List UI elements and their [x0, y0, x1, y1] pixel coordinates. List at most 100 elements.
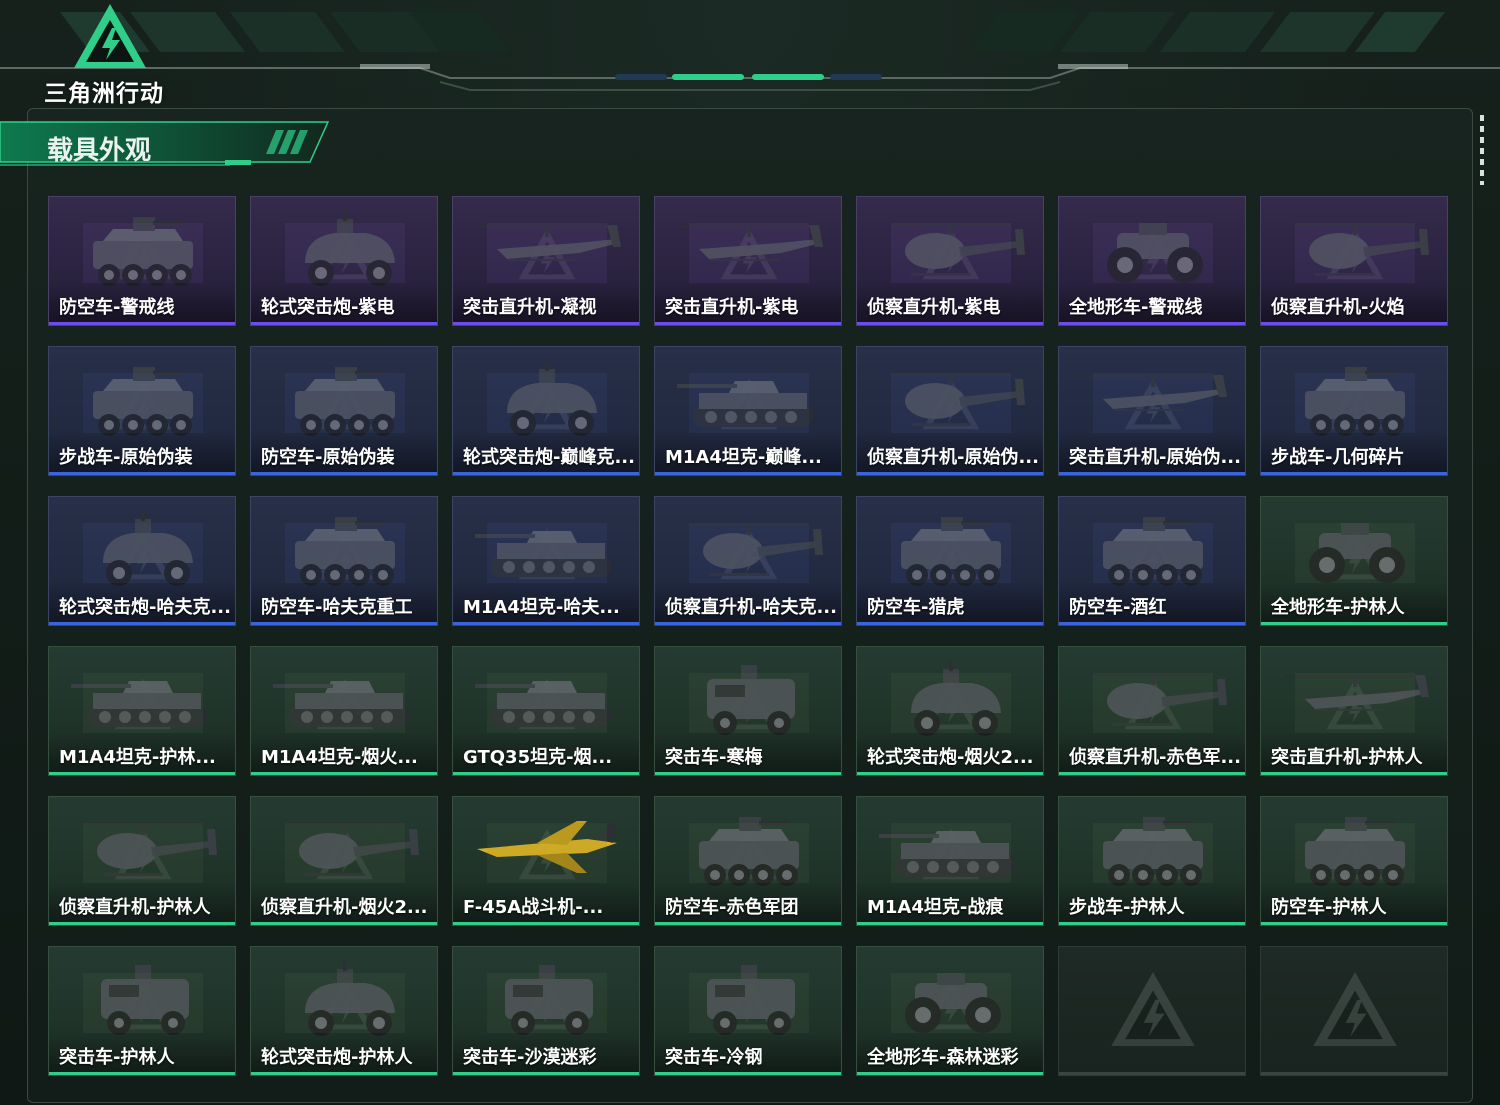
vehicle-card[interactable]: 防空车-猎虎 [856, 496, 1044, 626]
rarity-bar [857, 772, 1043, 775]
rarity-bar [251, 922, 437, 925]
vehicle-card[interactable]: 侦察直升机-赤色军... [1058, 646, 1246, 776]
vehicle-card[interactable]: 防空车-护林人 [1260, 796, 1448, 926]
vehicle-name: 轮式突击炮-紫电 [261, 297, 395, 318]
vehicle-card[interactable]: 防空车-赤色军团 [654, 796, 842, 926]
vehicle-card[interactable]: 防空车-警戒线 [48, 196, 236, 326]
logo-text: 三角洲行动 [44, 81, 164, 107]
vehicle-card[interactable]: 突击直升机-原始伪... [1058, 346, 1246, 476]
vehicle-name: M1A4坦克-战痕 [867, 897, 1004, 918]
vehicle-card[interactable]: M1A4坦克-烟火... [250, 646, 438, 776]
vehicle-card[interactable]: GTQ35坦克-烟... [452, 646, 640, 776]
rarity-bar [1059, 622, 1245, 625]
scrollbar[interactable] [1480, 115, 1484, 185]
vehicle-card[interactable]: 轮式突击炮-护林人 [250, 946, 438, 1076]
vehicle-name: 全地形车-森林迷彩 [867, 1047, 1019, 1068]
vehicle-name: 防空车-猎虎 [867, 597, 965, 618]
section-title: 载具外观 [47, 136, 152, 166]
vehicle-name: 突击直升机-护林人 [1271, 747, 1423, 768]
vehicle-name: GTQ35坦克-烟... [463, 747, 613, 768]
rarity-bar [857, 322, 1043, 325]
vehicle-skin-grid: 防空车-警戒线 轮式突击炮-紫电 突击直升机-凝视 突击直升机-紫电 侦察直升机… [48, 196, 1448, 1076]
vehicle-name: 突击直升机-凝视 [463, 297, 597, 318]
vehicle-name: 侦察直升机-护林人 [59, 897, 211, 918]
vehicle-name: 突击直升机-紫电 [665, 297, 799, 318]
vehicle-name: 防空车-赤色军团 [665, 897, 799, 918]
vehicle-card[interactable]: M1A4坦克-哈夫... [452, 496, 640, 626]
rarity-bar [1059, 922, 1245, 925]
rarity-bar [1059, 772, 1245, 775]
rarity-bar [453, 922, 639, 925]
vehicle-card[interactable]: 轮式突击炮-巅峰克... [452, 346, 640, 476]
rarity-bar [251, 772, 437, 775]
vehicle-card[interactable]: M1A4坦克-护林... [48, 646, 236, 776]
rarity-bar [453, 322, 639, 325]
vehicle-card[interactable]: 侦察直升机-护林人 [48, 796, 236, 926]
vehicle-name: 侦察直升机-烟火2... [261, 897, 428, 918]
vehicle-card[interactable]: 侦察直升机-烟火2... [250, 796, 438, 926]
rarity-bar [1261, 472, 1447, 475]
vehicle-card[interactable]: 防空车-酒红 [1058, 496, 1246, 626]
rarity-bar [251, 472, 437, 475]
delta-logo-icon [74, 4, 146, 68]
rarity-bar [655, 922, 841, 925]
rarity-bar [251, 322, 437, 325]
vehicle-card[interactable]: 侦察直升机-哈夫克... [654, 496, 842, 626]
vehicle-card[interactable]: 轮式突击炮-烟火2... [856, 646, 1044, 776]
vehicle-name: 侦察直升机-哈夫克... [665, 597, 837, 618]
empty-slot [1260, 946, 1448, 1076]
rarity-bar [1261, 622, 1447, 625]
game-logo: 三角洲行动 [44, 2, 184, 107]
vehicle-card[interactable]: 突击车-沙漠迷彩 [452, 946, 640, 1076]
vehicle-name: 突击车-寒梅 [665, 747, 763, 768]
vehicle-name: M1A4坦克-护林... [59, 747, 216, 768]
empty-slot [1058, 946, 1246, 1076]
vehicle-card[interactable]: 防空车-哈夫克重工 [250, 496, 438, 626]
rarity-bar [453, 472, 639, 475]
vehicle-card[interactable]: 步战车-护林人 [1058, 796, 1246, 926]
vehicle-name: 突击直升机-原始伪... [1069, 447, 1241, 468]
vehicle-name: 防空车-哈夫克重工 [261, 597, 413, 618]
vehicle-card[interactable]: M1A4坦克-战痕 [856, 796, 1044, 926]
vehicle-card[interactable]: 突击车-护林人 [48, 946, 236, 1076]
vehicle-name: 防空车-护林人 [1271, 897, 1387, 918]
rarity-bar [453, 1072, 639, 1075]
rarity-bar [857, 922, 1043, 925]
vehicle-name: 防空车-警戒线 [59, 297, 175, 318]
vehicle-card[interactable]: 侦察直升机-紫电 [856, 196, 1044, 326]
vehicle-card[interactable]: 步战车-几何碎片 [1260, 346, 1448, 476]
vehicle-card[interactable]: 突击直升机-凝视 [452, 196, 640, 326]
vehicle-card[interactable]: 突击车-寒梅 [654, 646, 842, 776]
rarity-bar [251, 1072, 437, 1075]
vehicle-card[interactable]: 全地形车-警戒线 [1058, 196, 1246, 326]
rarity-bar [1261, 772, 1447, 775]
vehicle-card[interactable]: 突击直升机-紫电 [654, 196, 842, 326]
vehicle-card[interactable]: 突击直升机-护林人 [1260, 646, 1448, 776]
rarity-bar [49, 1072, 235, 1075]
vehicle-name: 步战车-护林人 [1069, 897, 1185, 918]
vehicle-card[interactable]: 全地形车-护林人 [1260, 496, 1448, 626]
vehicle-card[interactable]: M1A4坦克-巅峰... [654, 346, 842, 476]
vehicle-name: 侦察直升机-赤色军... [1069, 747, 1241, 768]
vehicle-card[interactable]: 轮式突击炮-紫电 [250, 196, 438, 326]
rarity-bar [655, 322, 841, 325]
vehicle-card[interactable]: F-45A战斗机-... [452, 796, 640, 926]
vehicle-card[interactable]: 侦察直升机-原始伪... [856, 346, 1044, 476]
vehicle-card[interactable]: 轮式突击炮-哈夫克... [48, 496, 236, 626]
header-decoration [0, 12, 1500, 91]
vehicle-name: M1A4坦克-巅峰... [665, 447, 822, 468]
rarity-bar [49, 322, 235, 325]
vehicle-name: 轮式突击炮-巅峰克... [463, 447, 635, 468]
rarity-bar [49, 922, 235, 925]
vehicle-card[interactable]: 侦察直升机-火焰 [1260, 196, 1448, 326]
vehicle-card[interactable]: 全地形车-森林迷彩 [856, 946, 1044, 1076]
vehicle-card[interactable]: 防空车-原始伪装 [250, 346, 438, 476]
delta-emblem-icon [1313, 971, 1397, 1047]
rarity-bar [655, 472, 841, 475]
vehicle-card[interactable]: 步战车-原始伪装 [48, 346, 236, 476]
vehicle-name: 步战车-几何碎片 [1271, 447, 1405, 468]
vehicle-name: 全地形车-护林人 [1271, 597, 1405, 618]
vehicle-name: 防空车-酒红 [1069, 597, 1167, 618]
vehicle-card[interactable]: 突击车-冷钢 [654, 946, 842, 1076]
vehicle-name: 轮式突击炮-哈夫克... [59, 597, 231, 618]
